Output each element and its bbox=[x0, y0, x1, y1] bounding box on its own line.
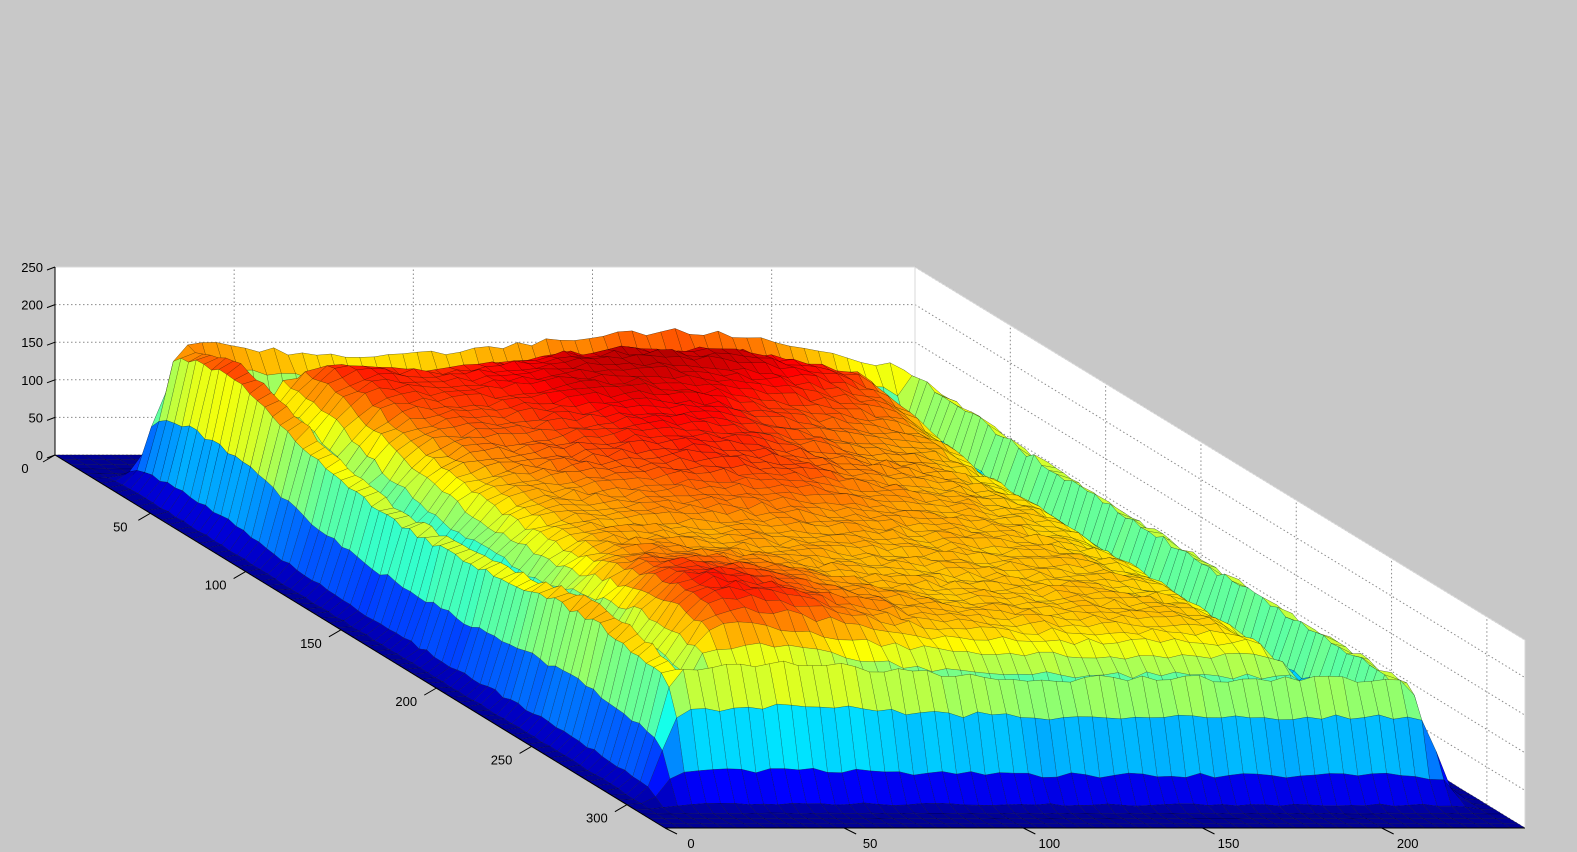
x-tick-mark bbox=[328, 629, 342, 638]
x-tick-mark bbox=[614, 804, 628, 813]
y-tick-label: 200 bbox=[1397, 836, 1419, 851]
x-tick-mark bbox=[519, 745, 532, 754]
z-tick-mark bbox=[46, 416, 56, 421]
y-tick-label: 100 bbox=[1038, 836, 1060, 851]
y-tick-label: 150 bbox=[1218, 836, 1240, 851]
z-tick-label: 250 bbox=[21, 260, 43, 275]
z-tick-mark bbox=[46, 304, 56, 309]
z-tick-label: 200 bbox=[21, 298, 43, 313]
x-tick-label: 100 bbox=[205, 578, 227, 593]
x-tick-mark bbox=[233, 571, 246, 579]
y-tick-mark bbox=[1202, 827, 1215, 835]
x-tick-label: 250 bbox=[491, 752, 513, 767]
z-tick-label: 0 bbox=[36, 448, 43, 463]
x-tick-label: 200 bbox=[395, 694, 417, 709]
z-tick-label: 50 bbox=[29, 410, 43, 425]
x-tick-label: 0 bbox=[21, 461, 28, 476]
x-tick-mark bbox=[138, 512, 151, 521]
x-tick-label: 50 bbox=[113, 519, 127, 534]
y-tick-mark bbox=[1023, 827, 1036, 835]
z-tick-mark bbox=[46, 341, 56, 346]
y-tick-label: 0 bbox=[687, 836, 694, 851]
y-tick-mark bbox=[843, 827, 857, 835]
y-tick-mark bbox=[1381, 827, 1394, 835]
y-tick-mark bbox=[664, 827, 678, 835]
y-tick-label: 50 bbox=[863, 836, 877, 851]
z-tick-label: 100 bbox=[21, 373, 43, 388]
z-tick-label: 150 bbox=[21, 335, 43, 350]
surface-plot-figure: 0 50 100 150 200 250 300 0 50 100 150 200 0 50 100 150 2… bbox=[21, 260, 1526, 851]
x-tick-mark bbox=[423, 687, 437, 696]
z-tick-mark bbox=[46, 379, 56, 384]
x-tick-label: 150 bbox=[300, 636, 322, 651]
z-tick-mark bbox=[46, 266, 56, 271]
x-tick-label: 300 bbox=[586, 811, 608, 826]
